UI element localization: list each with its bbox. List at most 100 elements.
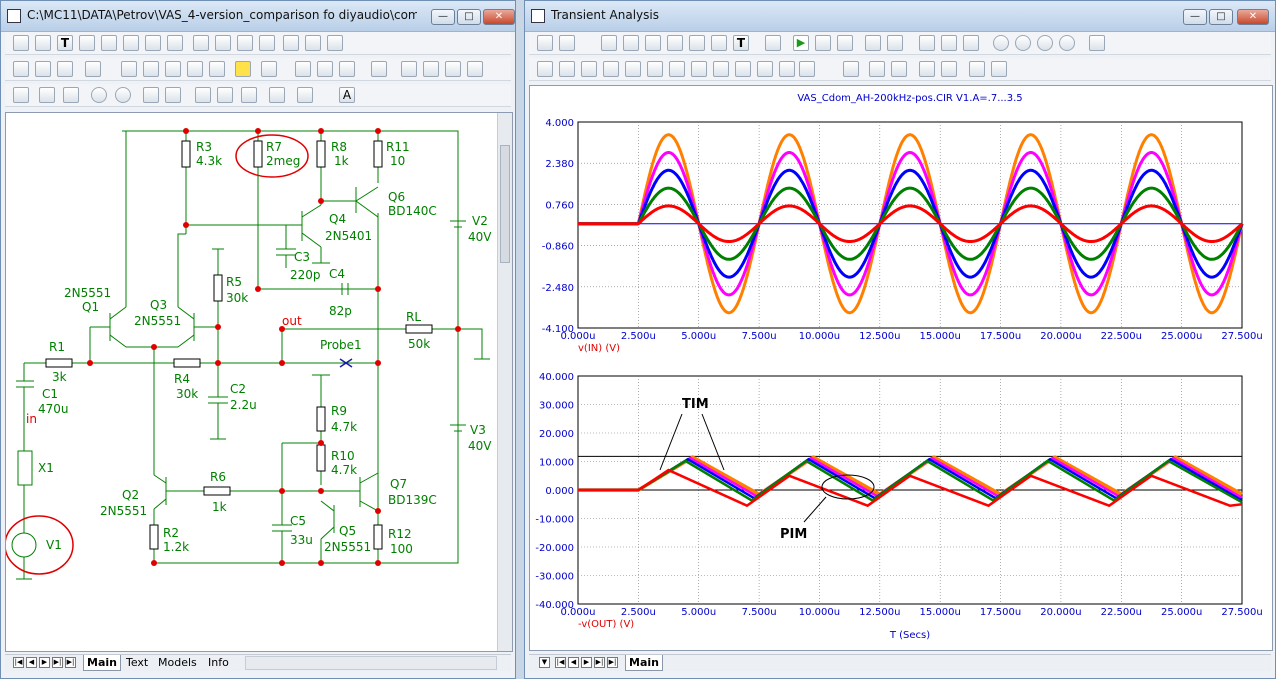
clipboard-icon[interactable] xyxy=(799,61,815,77)
tab-main[interactable]: Main xyxy=(83,655,121,671)
scroll-thumb[interactable] xyxy=(500,145,510,263)
list-icon[interactable] xyxy=(843,61,859,77)
global-high-icon[interactable] xyxy=(713,61,729,77)
camera-icon[interactable] xyxy=(269,87,285,103)
valley-icon[interactable] xyxy=(603,61,619,77)
tab-info[interactable]: Info xyxy=(205,655,232,670)
props-icon[interactable] xyxy=(371,61,387,77)
top-icon[interactable] xyxy=(757,61,773,77)
copy-icon[interactable] xyxy=(969,61,985,77)
next-page-icon[interactable]: ▶ xyxy=(581,657,592,668)
end-page-icon[interactable]: ▶| xyxy=(65,657,76,668)
zoom-fit-icon[interactable] xyxy=(241,87,257,103)
end-page-icon[interactable]: ▶| xyxy=(607,657,618,668)
settings-icon[interactable] xyxy=(1089,35,1105,51)
prev-page-icon[interactable]: |◀ xyxy=(555,657,566,668)
paste-icon[interactable] xyxy=(991,61,1007,77)
rotate-icon[interactable] xyxy=(445,61,461,77)
probe-tool-icon[interactable] xyxy=(193,35,209,51)
check-icon[interactable] xyxy=(121,61,137,77)
tab-text[interactable]: Text xyxy=(123,655,151,670)
cursor-mode-2-icon[interactable] xyxy=(559,61,575,77)
fit-2-icon[interactable] xyxy=(891,61,907,77)
arrow-right-icon[interactable] xyxy=(143,61,159,77)
scale-2-icon[interactable] xyxy=(623,35,639,51)
stop-icon[interactable] xyxy=(815,35,831,51)
component-icon[interactable] xyxy=(559,35,575,51)
stepping-2-icon[interactable] xyxy=(887,35,903,51)
zoom-in-icon[interactable] xyxy=(919,61,935,77)
scale-6-icon[interactable] xyxy=(711,35,727,51)
info-tool-icon[interactable] xyxy=(123,35,139,51)
flip-icon[interactable] xyxy=(467,61,483,77)
page-icon[interactable] xyxy=(295,61,311,77)
slope-icon[interactable] xyxy=(691,61,707,77)
node-numbers-icon[interactable] xyxy=(57,61,73,77)
paste-icon[interactable] xyxy=(165,87,181,103)
layout-3-icon[interactable] xyxy=(963,35,979,51)
attr-wave-icon[interactable] xyxy=(35,61,51,77)
pin-connections-icon[interactable] xyxy=(85,61,101,77)
schematic-canvas[interactable]: R3 4.3k R7 2meg R8 1k R11 10 Q6 BD140C Q… xyxy=(5,112,513,652)
down-circle-icon[interactable] xyxy=(91,87,107,103)
window-icon[interactable] xyxy=(339,61,355,77)
zoom-4-icon[interactable] xyxy=(1059,35,1075,51)
bottom-icon[interactable] xyxy=(779,61,795,77)
text-tool-icon[interactable]: T xyxy=(57,35,73,51)
question-tool-icon[interactable] xyxy=(237,35,253,51)
dropdown-tool-icon[interactable] xyxy=(167,35,183,51)
tab-models[interactable]: Models xyxy=(155,655,200,670)
box-icon[interactable] xyxy=(401,61,417,77)
schematic-vertical-scrollbar[interactable] xyxy=(497,113,512,651)
layout-2-icon[interactable] xyxy=(941,35,957,51)
check-2-icon[interactable] xyxy=(187,61,203,77)
plot-area[interactable]: 0.000u 2.500u 5.000u 7.500u 10.000u 12.500u 15… xyxy=(529,85,1273,651)
minimize-button[interactable]: — xyxy=(1183,9,1207,25)
attr-text-icon[interactable] xyxy=(13,61,29,77)
next-page-icon[interactable]: ▶ xyxy=(39,657,50,668)
select-arrow-icon[interactable] xyxy=(537,35,553,51)
zoom-1-icon[interactable] xyxy=(993,35,1009,51)
chip-tool-icon[interactable] xyxy=(259,35,275,51)
zoom-2-icon[interactable] xyxy=(1015,35,1031,51)
last-page-icon[interactable]: ▶| xyxy=(594,657,605,668)
maximize-button[interactable]: □ xyxy=(457,9,481,25)
component-tool-icon[interactable] xyxy=(145,35,161,51)
warning-icon[interactable] xyxy=(235,61,251,77)
minimize-button[interactable]: — xyxy=(431,9,455,25)
copy-icon[interactable] xyxy=(143,87,159,103)
grid-tool-icon[interactable] xyxy=(305,35,321,51)
report-icon[interactable] xyxy=(63,87,79,103)
close-button[interactable]: ✕ xyxy=(1237,9,1269,25)
high-icon[interactable] xyxy=(625,61,641,77)
cursor-mode-1-icon[interactable] xyxy=(537,61,553,77)
cancel-circle-icon[interactable] xyxy=(115,87,131,103)
global-low-icon[interactable] xyxy=(735,61,751,77)
font-icon[interactable]: A xyxy=(339,87,355,103)
zoom-in-icon[interactable] xyxy=(195,87,211,103)
run-icon[interactable]: ▶ xyxy=(793,35,809,51)
pause-icon[interactable] xyxy=(837,35,853,51)
edit-tool-icon[interactable] xyxy=(327,35,343,51)
low-icon[interactable] xyxy=(647,61,663,77)
binoculars-icon[interactable] xyxy=(39,87,55,103)
inflection-icon[interactable] xyxy=(669,61,685,77)
scale-icon[interactable] xyxy=(601,35,617,51)
prev-page-icon[interactable]: ◀ xyxy=(26,657,37,668)
stepping-icon[interactable] xyxy=(865,35,881,51)
stamp-icon[interactable] xyxy=(297,87,313,103)
scale-4-icon[interactable] xyxy=(667,35,683,51)
image-tool-icon[interactable] xyxy=(283,35,299,51)
close-button[interactable]: ✕ xyxy=(483,9,515,25)
blank-icon[interactable] xyxy=(423,61,439,77)
tab-main[interactable]: Main xyxy=(625,655,663,671)
layout-1-icon[interactable] xyxy=(919,35,935,51)
scale-5-icon[interactable] xyxy=(689,35,705,51)
text-tool-icon[interactable]: T xyxy=(733,35,749,51)
flag-tool-icon[interactable] xyxy=(101,35,117,51)
find-icon[interactable] xyxy=(13,87,29,103)
pen-tool-icon[interactable] xyxy=(79,35,95,51)
select-tool-icon[interactable] xyxy=(13,35,29,51)
peak-icon[interactable] xyxy=(581,61,597,77)
zoom-out-icon[interactable] xyxy=(941,61,957,77)
